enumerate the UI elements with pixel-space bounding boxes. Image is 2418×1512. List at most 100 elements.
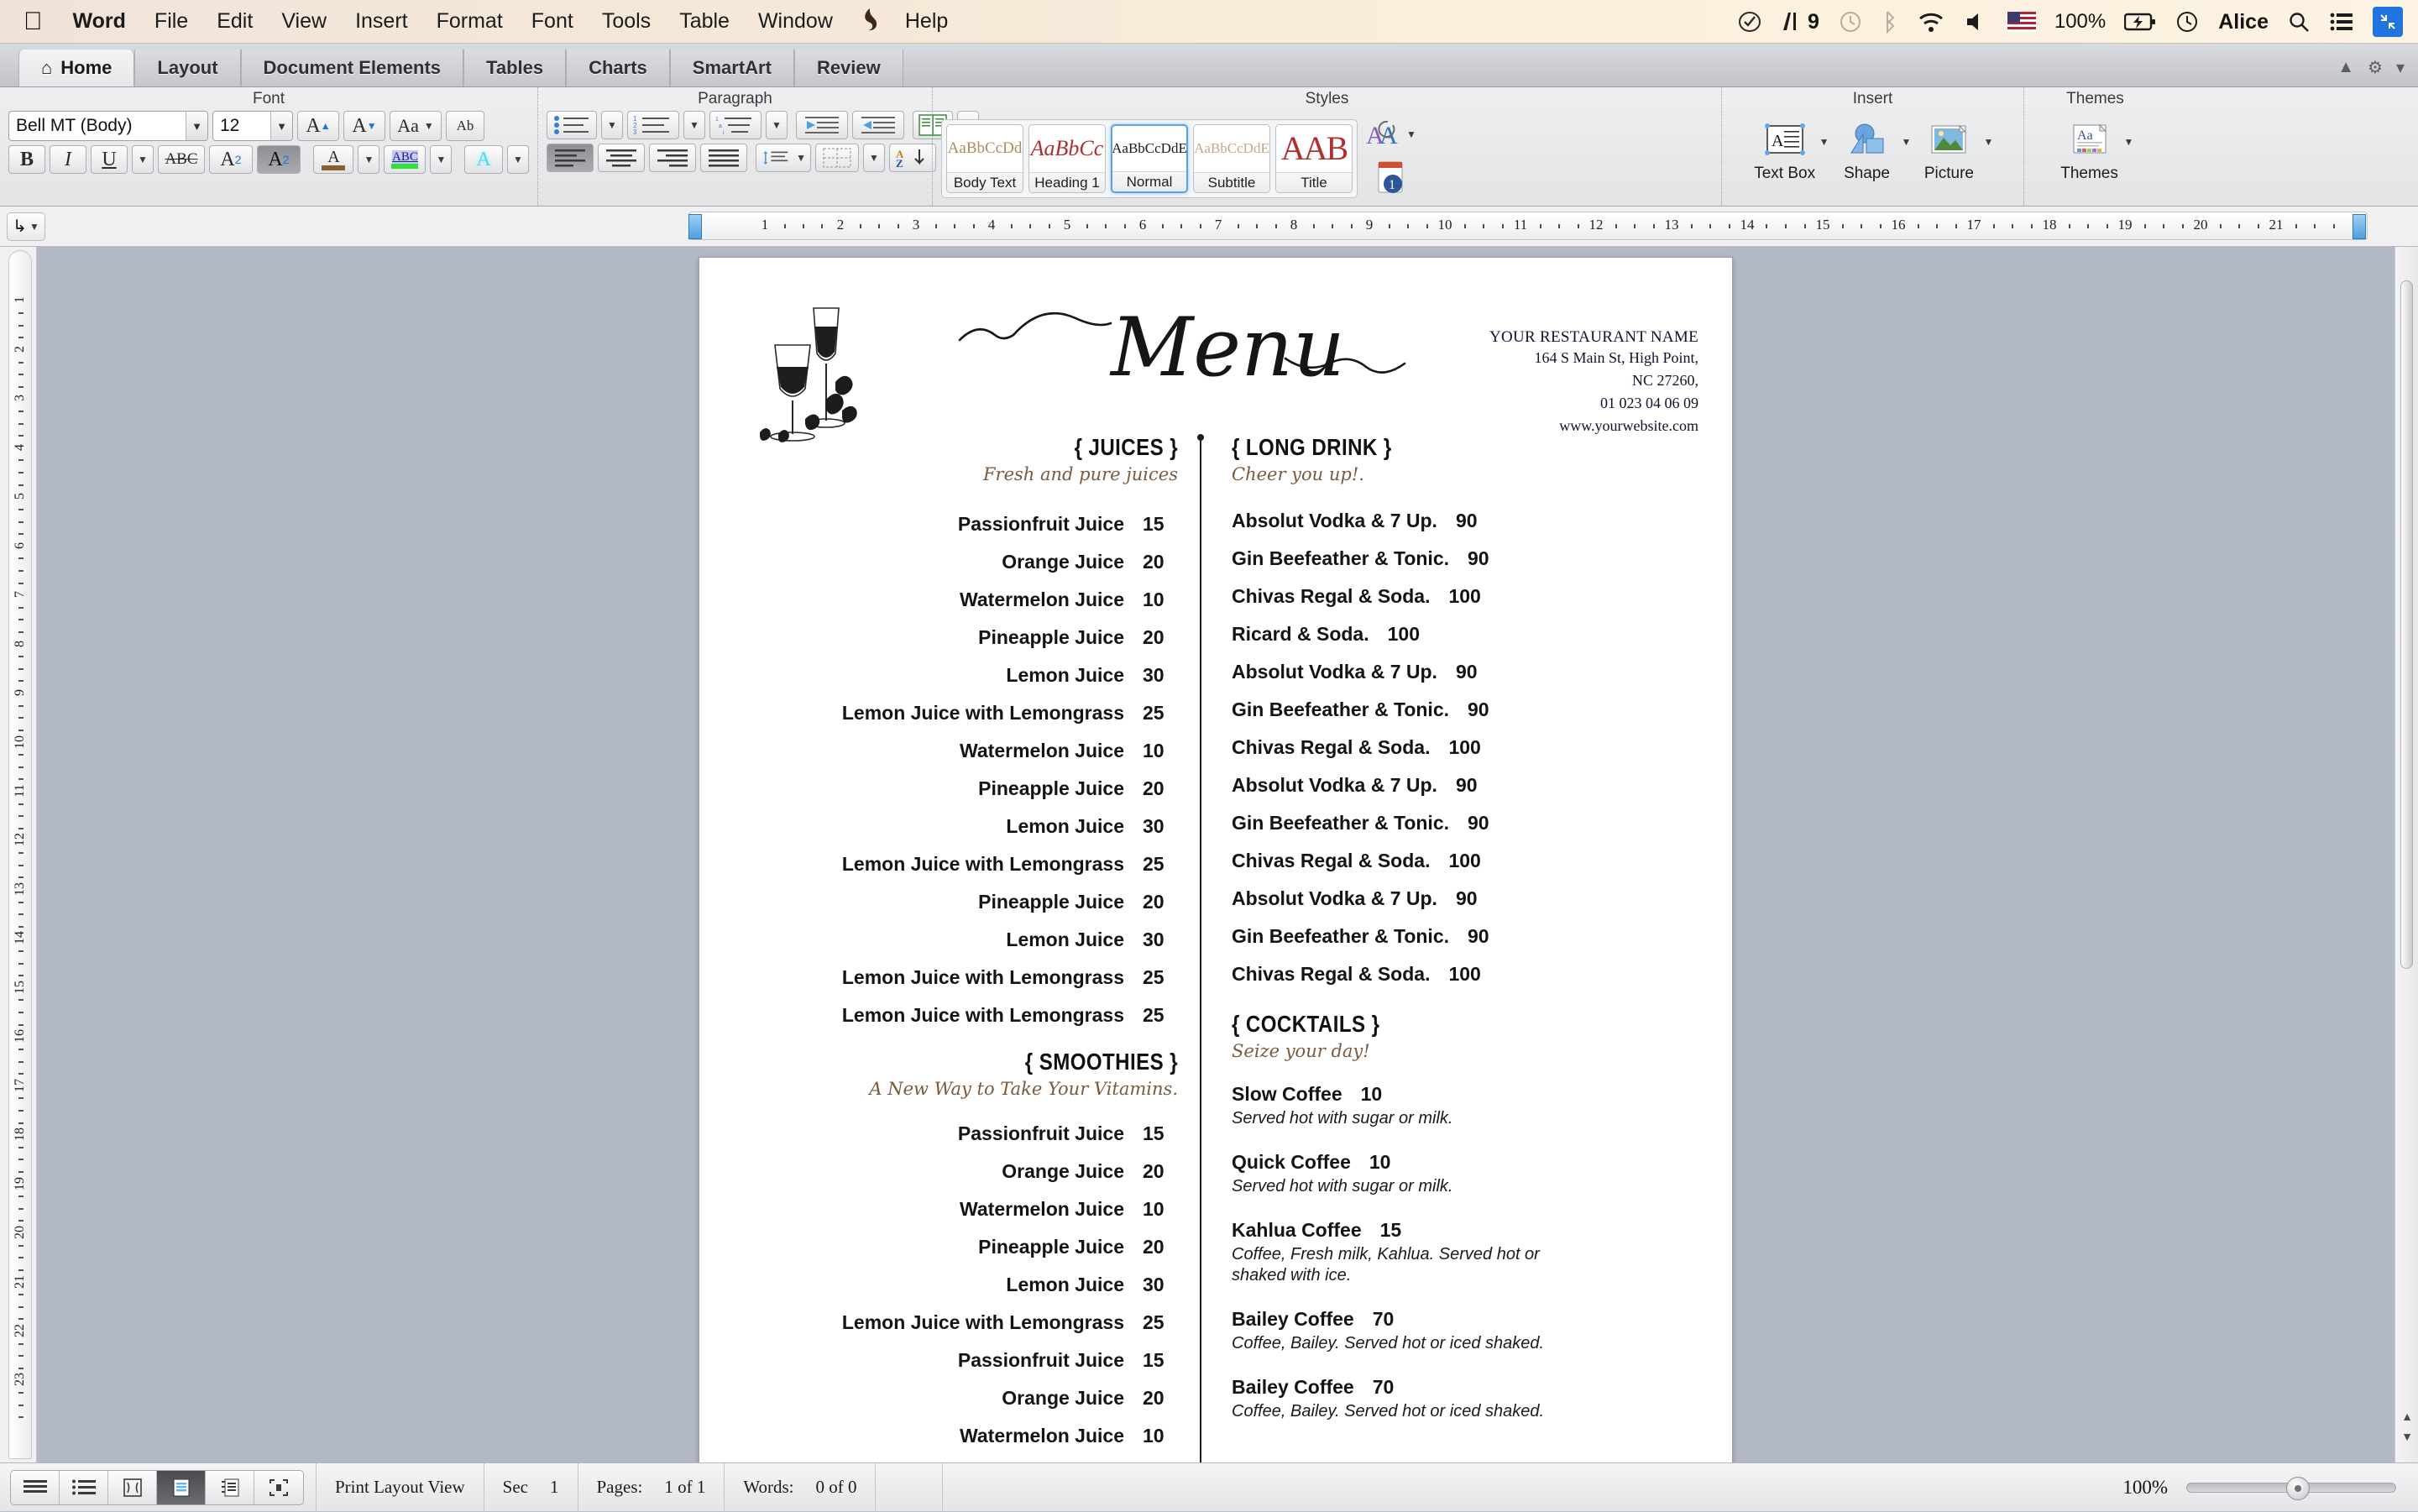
justify-button[interactable] (700, 144, 747, 172)
menu-item-window[interactable]: Window (758, 11, 833, 32)
gear-icon[interactable]: ⚙ (2368, 57, 2383, 78)
bold-button[interactable]: B (8, 145, 45, 174)
themes-button[interactable]: Aa Themes ▼ (2057, 116, 2134, 183)
font-color-chevron-icon[interactable]: ▼ (358, 145, 379, 174)
superscript-button[interactable]: A2 (209, 145, 253, 174)
font-size-combo[interactable]: 12 ▼ (212, 111, 293, 141)
vertical-scrollbar[interactable]: ▲ ▼ (2394, 247, 2418, 1462)
shape-chevron-icon[interactable]: ▼ (1902, 136, 1912, 148)
document-page[interactable]: Menu Menu YOUR RESTAURANT NAME 164 S Mai… (699, 257, 1733, 1462)
themes-chevron-icon[interactable]: ▼ (2124, 136, 2134, 148)
document-canvas[interactable]: Menu Menu YOUR RESTAURANT NAME 164 S Mai… (37, 247, 2394, 1462)
tab-stop-selector[interactable]: ↳▼ (7, 212, 45, 241)
menu-item-table[interactable]: Table (679, 11, 730, 32)
apple-menu-icon[interactable]:  (24, 9, 43, 34)
text-effects-button[interactable]: A (464, 145, 503, 174)
borders-button[interactable] (815, 144, 859, 172)
us-flag-icon[interactable] (2007, 12, 2036, 32)
text-effects-chevron-icon[interactable]: ▼ (507, 145, 529, 174)
menu-item-tools[interactable]: Tools (602, 11, 651, 32)
collapse-window-icon[interactable] (2373, 7, 2403, 37)
numbered-list-button[interactable]: 123 (627, 111, 679, 139)
search-icon[interactable] (2287, 10, 2311, 34)
highlight-chevron-icon[interactable]: ▼ (430, 145, 452, 174)
font-color-button[interactable]: A (313, 145, 353, 174)
scroll-down-arrow-icon[interactable]: ▼ (2395, 1427, 2418, 1446)
insert-text-box-button[interactable]: A Text Box ▼ (1752, 116, 1829, 183)
change-case-button[interactable]: Aa▼ (390, 111, 442, 141)
clear-formatting-button[interactable]: Ab (446, 111, 484, 141)
chevron-down-icon[interactable]: ▼ (186, 112, 207, 140)
clock-icon[interactable] (2175, 9, 2200, 34)
font-name-combo[interactable]: Bell MT (Body) ▼ (8, 111, 208, 141)
style-body-text-right[interactable]: AaBbCcDd Body Text Ri... (946, 124, 1023, 193)
bulleted-list-button[interactable] (547, 111, 597, 139)
text-box-chevron-icon[interactable]: ▼ (1819, 136, 1829, 148)
tab-charts[interactable]: Charts (566, 50, 670, 86)
multilevel-list-chevron-icon[interactable]: ▼ (766, 111, 788, 139)
insert-picture-button[interactable]: Picture ▼ (1916, 116, 1993, 183)
style-normal[interactable]: AaBbCcDdE Normal (1111, 124, 1188, 193)
tab-tables[interactable]: Tables (463, 50, 566, 86)
strikethrough-button[interactable]: ABC (158, 145, 205, 174)
notification-center-icon[interactable] (2329, 11, 2354, 33)
tab-document-elements[interactable]: Document Elements (241, 50, 464, 86)
increase-indent-button[interactable] (852, 111, 904, 139)
picture-chevron-icon[interactable]: ▼ (1983, 136, 1993, 148)
checkmark-circle-icon[interactable] (1737, 9, 1762, 34)
menu-item-word[interactable]: Word (73, 11, 126, 32)
insert-shape-button[interactable]: Shape ▼ (1834, 116, 1912, 183)
menu-item-view[interactable]: View (281, 11, 327, 32)
tab-smartart[interactable]: SmartArt (670, 50, 794, 86)
right-indent-marker[interactable] (2353, 214, 2366, 239)
horizontal-ruler[interactable]: 123456789101112131415161718192021 (688, 212, 2368, 240)
style-heading-1[interactable]: AaBbCc Heading 1 (1028, 124, 1106, 193)
bulleted-list-chevron-icon[interactable]: ▼ (601, 111, 623, 139)
align-center-button[interactable] (598, 144, 645, 172)
decrease-indent-button[interactable] (796, 111, 848, 139)
wifi-icon[interactable] (1917, 10, 1945, 34)
view-notebook-button[interactable] (206, 1471, 254, 1504)
numbered-list-chevron-icon[interactable]: ▼ (683, 111, 705, 139)
italic-button[interactable]: I (50, 145, 86, 174)
style-subtitle[interactable]: AaBbCcDdE Subtitle (1193, 124, 1270, 193)
menu-item-help[interactable]: Help (905, 11, 948, 32)
shrink-font-button[interactable]: A▼ (343, 111, 385, 141)
bluetooth-icon[interactable] (1882, 9, 1898, 34)
battery-charging-icon[interactable] (2124, 12, 2156, 32)
volume-icon[interactable] (1964, 10, 1989, 34)
borders-chevron-icon[interactable]: ▼ (863, 144, 885, 172)
menu-item-insert[interactable]: Insert (355, 11, 408, 32)
scrollbar-thumb[interactable] (2400, 280, 2413, 969)
underline-button[interactable]: U (91, 145, 128, 174)
underline-options-chevron-icon[interactable]: ▼ (132, 145, 154, 174)
zoom-slider[interactable] (2186, 1483, 2396, 1493)
chevron-up-icon[interactable]: ▲ (2337, 58, 2354, 77)
chevron-down-icon[interactable]: ▾ (2396, 57, 2405, 78)
notes-app-icon[interactable]: 9 (1781, 10, 1819, 34)
tab-home[interactable]: ⌂ Home (18, 50, 134, 86)
sort-button[interactable]: AZ (889, 144, 936, 172)
scroll-up-arrow-icon[interactable]: ▲ (2395, 1407, 2418, 1426)
left-indent-marker[interactable] (688, 214, 702, 239)
time-machine-icon[interactable] (1838, 9, 1863, 34)
style-title[interactable]: AAB Title (1275, 124, 1353, 193)
view-focus-button[interactable] (254, 1471, 303, 1504)
menu-item-font[interactable]: Font (531, 11, 573, 32)
chevron-down-icon[interactable]: ▼ (270, 112, 292, 140)
grow-font-button[interactable]: A▲ (297, 111, 339, 141)
view-print-layout-button[interactable] (157, 1471, 206, 1504)
view-outline-button[interactable] (60, 1471, 108, 1504)
zoom-slider-knob[interactable] (2286, 1477, 2310, 1500)
tab-review[interactable]: Review (794, 50, 903, 86)
view-draft-button[interactable] (11, 1471, 60, 1504)
app-badge-icon[interactable] (861, 7, 880, 36)
align-right-button[interactable] (649, 144, 696, 172)
view-publishing-button[interactable] (108, 1471, 157, 1504)
highlight-button[interactable]: ABC (384, 145, 426, 174)
tab-layout[interactable]: Layout (134, 50, 240, 86)
menu-item-format[interactable]: Format (437, 11, 503, 32)
multilevel-list-button[interactable]: 1ai (709, 111, 762, 139)
subscript-button[interactable]: A2 (257, 145, 301, 174)
vertical-ruler[interactable]: 1234567891011121314151617181920212223 (0, 247, 37, 1462)
